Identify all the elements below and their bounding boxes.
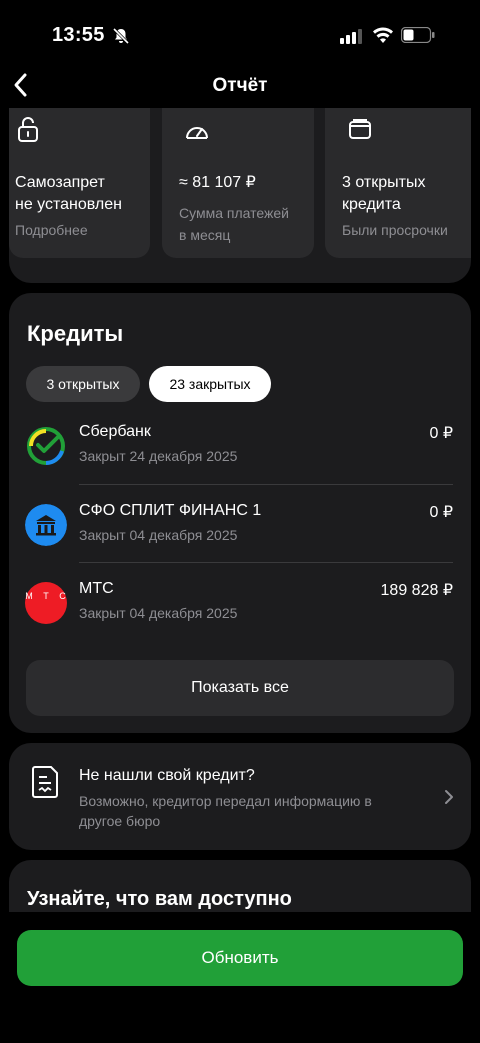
show-all-button[interactable]: Показать все <box>26 660 454 716</box>
self-ban-subtitle[interactable]: Подробнее <box>15 222 88 238</box>
document-icon <box>32 766 58 798</box>
update-button[interactable]: Обновить <box>17 930 463 986</box>
credit-amount: 0 ₽ <box>429 425 453 442</box>
credit-row-mts[interactable]: М Т С МТС Закрыт 04 декабря 2025 189 828… <box>9 572 471 650</box>
monthly-payments-card[interactable]: ≈ 81 107 ₽ Сумма платежей в месяц <box>162 108 314 258</box>
credit-date: Закрыт 04 декабря 2025 <box>79 605 238 621</box>
signal-icon <box>340 29 362 44</box>
monthly-payments-value: ≈ 81 107 ₽ <box>179 174 256 191</box>
wallet-icon <box>349 119 371 139</box>
open-credits-subtitle: Были просрочки <box>342 222 448 238</box>
gauge-icon <box>186 127 208 139</box>
open-credits-card[interactable]: 3 открытых кредита Были просрочки <box>325 108 471 258</box>
credits-card: Кредиты 3 открытых 23 закрытых Сбербанк … <box>9 293 471 733</box>
mts-logo-icon: М Т С <box>25 582 67 624</box>
self-ban-card[interactable]: Самозапрет не установлен Подробнее <box>9 108 150 258</box>
self-ban-value: Самозапрет не установлен <box>15 174 122 213</box>
credit-row-sberbank[interactable]: Сбербанк Закрыт 24 декабря 2025 0 ₽ <box>9 415 471 493</box>
credits-title: Кредиты <box>27 321 124 346</box>
status-time: 13:55 <box>52 24 105 46</box>
credit-name: МТС <box>79 580 114 597</box>
monthly-payments-subtitle: Сумма платежей в месяц <box>179 205 289 243</box>
divider <box>79 562 453 563</box>
credit-not-found-card[interactable]: Не нашли свой кредит? Возможно, кредитор… <box>9 743 471 850</box>
bank-building-icon <box>25 504 67 546</box>
credit-amount: 189 828 ₽ <box>380 582 453 599</box>
divider <box>79 484 453 485</box>
mts-logo-text: М Т С <box>25 591 67 601</box>
credit-name: СФО СПЛИТ ФИНАНС 1 <box>79 502 262 519</box>
not-found-title: Не нашли свой кредит? <box>79 767 255 784</box>
credit-date: Закрыт 04 декабря 2025 <box>79 527 238 543</box>
wifi-icon <box>373 27 393 43</box>
available-offers-card[interactable]: Узнайте, что вам доступно <box>9 860 471 920</box>
chevron-right-icon <box>445 790 453 804</box>
tab-open-credits[interactable]: 3 открытых <box>26 366 140 402</box>
sberbank-logo-icon <box>27 427 65 465</box>
credit-name: Сбербанк <box>79 423 151 440</box>
tab-closed-credits[interactable]: 23 закрытых <box>149 366 271 402</box>
credit-amount: 0 ₽ <box>429 504 453 521</box>
not-found-description: Возможно, кредитор передал информацию в … <box>79 793 372 829</box>
page-title: Отчёт <box>212 75 268 96</box>
open-credits-value: 3 открытых кредита <box>342 174 426 213</box>
lock-icon <box>18 117 38 142</box>
credit-row-sfo[interactable]: СФО СПЛИТ ФИНАНС 1 Закрыт 04 декабря 202… <box>9 494 471 572</box>
summary-section: Самозапрет не установлен Подробнее ≈ 81 … <box>9 108 471 283</box>
credit-date: Закрыт 24 декабря 2025 <box>79 448 238 464</box>
available-offers-title: Узнайте, что вам доступно <box>27 888 292 910</box>
battery-icon <box>401 27 435 43</box>
bell-muted-icon <box>112 27 130 45</box>
